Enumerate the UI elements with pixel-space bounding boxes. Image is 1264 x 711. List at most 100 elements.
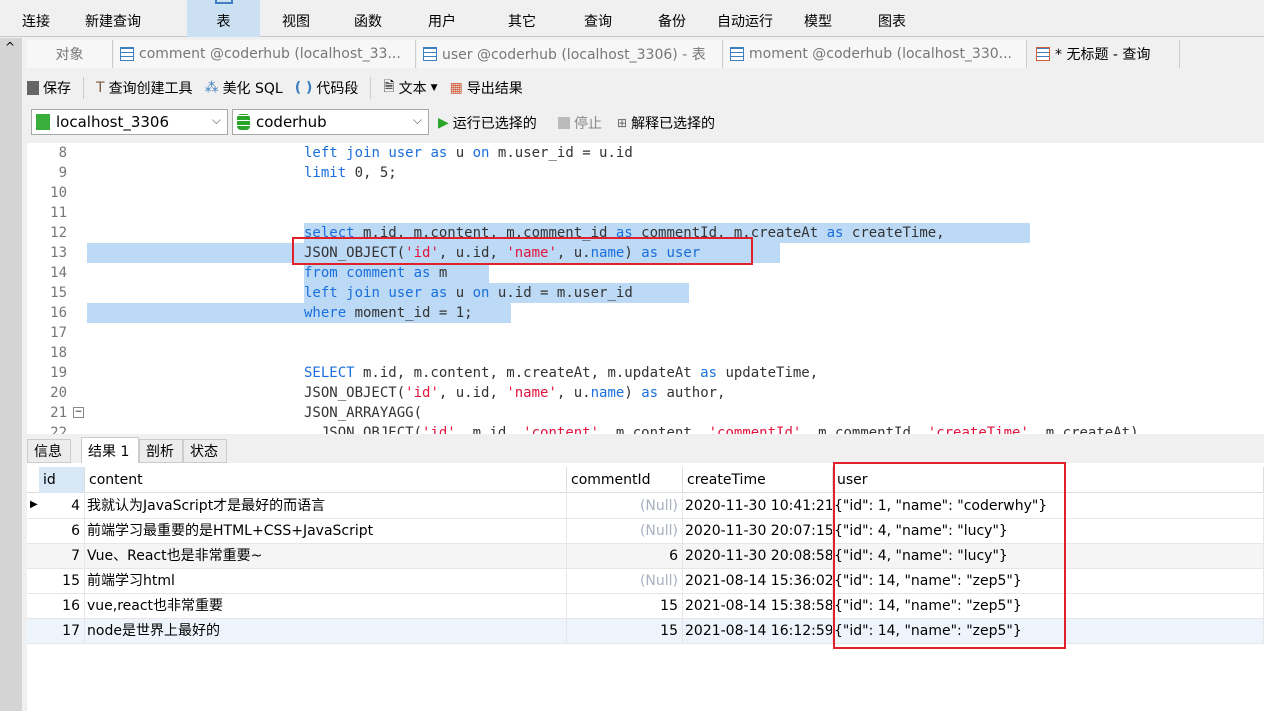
explain-selected-button[interactable]: ⊞ 解释已选择的 [617,113,715,133]
tab-status[interactable]: 状态 [183,439,227,463]
tab-moment-table[interactable]: moment @coderhub (localhost_330... [724,40,1027,68]
table-row[interactable]: ▶ 4 我就认为JavaScript才是最好的而语言 (Null) 2020-11-30… [27,494,1264,519]
code-line: JSON_ARRAYAGG( [304,405,423,421]
cell-createTime[interactable]: 2021-08-14 15:38:58 [683,594,833,619]
label: 其它 [508,14,536,30]
cell-content[interactable]: Vue、React也是非常重要~ [85,544,567,569]
table-icon [120,47,134,61]
column-header-content[interactable]: content [85,467,567,493]
column-header-id[interactable]: id [39,467,85,493]
results-grid[interactable]: id content commentId createTime user ▶ 4 我就认为Ja… [27,463,1264,711]
code-snippet-button[interactable]: ( ) 代码段 [295,78,359,98]
table-row[interactable]: 16 vue,react也非常重要 15 2021-08-14 15:38:58 {"i… [27,594,1264,619]
cell-content[interactable]: 前端学习html [85,569,567,594]
connection-select[interactable]: localhost_3306 ⌵ [31,109,228,135]
database-select[interactable]: coderhub ⌵ [232,109,429,135]
tab-objects[interactable]: 对象 [27,40,113,68]
text-mode-dropdown[interactable]: 🗎 文本 ▼ [383,76,437,100]
cell-id[interactable]: 6 [39,519,85,544]
cell-id[interactable]: 16 [39,594,85,619]
chevron-up-icon[interactable]: ^ [5,40,15,54]
export-icon: ▦ [449,80,463,96]
tab-untitled-query[interactable]: * 无标题 - 查询 [1030,40,1180,68]
cell-id[interactable]: 7 [39,544,85,569]
ribbon-chart-button[interactable]: 图表 [862,0,922,37]
tab-info[interactable]: 信息 [27,439,71,463]
label: 结果 1 [88,443,130,460]
ribbon-user-button[interactable]: 用户 [412,0,472,37]
ribbon-function-button[interactable]: 函数 [338,0,398,37]
label: 信息 [34,444,62,460]
table-row[interactable]: 15 前端学习html (Null) 2021-08-14 15:36:02 {"id"… [27,569,1264,594]
label: moment @coderhub (localhost_330... [749,46,1012,62]
cell-createTime[interactable]: 2021-08-14 15:36:02 [683,569,833,594]
label: 解释已选择的 [631,116,716,132]
fold-collapse-icon[interactable]: − [73,407,84,418]
cell-content[interactable]: vue,react也非常重要 [85,594,567,619]
label: 美化 SQL [222,81,283,97]
tab-profile[interactable]: 剖析 [139,439,183,463]
line-number: 15 [50,285,67,301]
cell-createTime[interactable]: 2020-11-30 20:08:58 [683,544,833,569]
ribbon-model-button[interactable]: 模型 [790,0,846,37]
table-row[interactable]: 6 前端学习最重要的是HTML+CSS+JavaScript (Null) 2020-… [27,519,1264,544]
label: * 无标题 - 查询 [1055,47,1151,63]
query-builder-button[interactable]: T 查询创建工具 [96,78,193,98]
stop-button[interactable]: 停止 [558,113,602,133]
explain-icon: ⊞ [617,116,628,130]
label: 查询创建工具 [108,81,193,97]
column-header-commentId[interactable]: commentId [567,467,683,493]
column-header-createTime[interactable]: createTime [683,467,833,493]
cell-content[interactable]: node是世界上最好的 [85,619,567,644]
cell-content[interactable]: 前端学习最重要的是HTML+CSS+JavaScript [85,519,567,544]
cell-commentId[interactable]: 15 [567,594,683,619]
cell-commentId[interactable]: (Null) [567,569,683,594]
export-results-button[interactable]: ▦ 导出结果 [450,78,523,98]
label: 表 [216,14,231,30]
ribbon-view-button[interactable]: 视图 [266,0,326,37]
label: 自动运行 [717,14,773,30]
ribbon-query-button[interactable]: 查询 [568,0,628,37]
label: 连接 [22,14,50,30]
table-row[interactable]: 17 node是世界上最好的 15 2021-08-14 16:12:59 {"id":… [27,619,1264,644]
label: 备份 [658,14,686,30]
beautify-sql-button[interactable]: ⁂ 美化 SQL [205,78,283,98]
stop-icon [558,117,570,129]
cell-commentId[interactable]: 6 [567,544,683,569]
save-button[interactable]: 保存 [27,78,71,98]
ribbon-table-button[interactable]: 表 [187,0,260,37]
result-tabs: 信息 结果 1 剖析 状态 [27,437,1264,463]
cell-id[interactable]: 17 [39,619,85,644]
cell-createTime[interactable]: 2020-11-30 20:07:15 [683,519,833,544]
parentheses-icon: ( ) [294,80,313,96]
cell-content[interactable]: 我就认为JavaScript才是最好的而语言 [85,494,567,519]
cell-id[interactable]: 4 [39,494,85,519]
navigation-pane-collapsed[interactable]: ^ [0,38,22,711]
line-number: 10 [50,185,67,201]
ribbon-connect-button[interactable]: 连接 [8,0,64,37]
label: 图表 [878,14,906,30]
tab-result-1[interactable]: 结果 1 [81,437,139,463]
code-line: limit 0, 5; [304,165,397,181]
ribbon-autorun-button[interactable]: 自动运行 [710,0,780,37]
tab-comment-table[interactable]: comment @coderhub (localhost_33... [114,40,416,68]
cell-commentId[interactable]: 15 [567,619,683,644]
tab-user-table[interactable]: user @coderhub (localhost_3306) - 表 [417,40,723,68]
ribbon-new-query-button[interactable]: 新建查询 [78,0,148,37]
run-selected-button[interactable]: ▶ 运行已选择的 [438,113,537,133]
label: 用户 [428,14,456,30]
play-icon: ▶ [438,115,449,131]
cell-commentId[interactable]: (Null) [567,494,683,519]
ribbon-backup-button[interactable]: 备份 [642,0,702,37]
table-row[interactable]: 7 Vue、React也是非常重要~ 6 2020-11-30 20:08:58 {"i… [27,544,1264,569]
cell-commentId[interactable]: (Null) [567,519,683,544]
ribbon-other-button[interactable]: 其它 [490,0,554,37]
label: 代码段 [316,81,359,97]
cell-createTime[interactable]: 2020-11-30 10:41:21 [683,494,833,519]
cell-id[interactable]: 15 [39,569,85,594]
table-icon [730,47,744,61]
label: 模型 [804,14,832,30]
sql-editor[interactable]: 8 left join user as u on m.user_id = u.id… [27,143,1264,434]
cell-createTime[interactable]: 2021-08-14 16:12:59 [683,619,833,644]
value: localhost_3306 [56,113,170,131]
